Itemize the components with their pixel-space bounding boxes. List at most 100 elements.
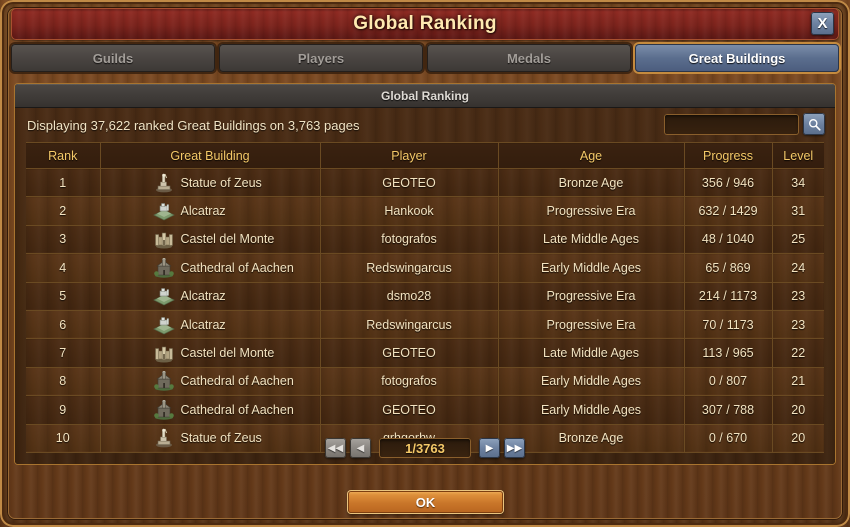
next-page-button[interactable]: ▶	[479, 438, 500, 458]
previous-page-button[interactable]: ◀	[350, 438, 371, 458]
table-row[interactable]: 7 Castel del Monte GEOTEO Late Middle Ages 1…	[26, 338, 824, 368]
info-row: Displaying 37,622 ranked Great Buildings…	[15, 108, 835, 142]
cell-player: fotografos	[320, 225, 499, 255]
window-frame: Global Ranking X Guilds Players Medals Grea…	[0, 0, 850, 527]
cell-progress: 70 / 1173	[684, 310, 773, 340]
first-page-button[interactable]: ◀◀	[325, 438, 346, 458]
ok-button-label: OK	[415, 494, 436, 510]
cell-rank: 3	[26, 225, 101, 255]
page-number-input[interactable]	[379, 438, 471, 458]
tab-guilds[interactable]: Guilds	[11, 44, 215, 72]
table-row[interactable]: 8 Cathedral of Aachen fotografos Early Midd…	[26, 367, 824, 397]
last-page-button[interactable]: ▶▶	[504, 438, 525, 458]
tab-medals[interactable]: Medals	[427, 44, 631, 72]
cell-age: Late Middle Ages	[498, 225, 685, 255]
cathedral-of-aachen-icon	[153, 398, 175, 420]
building-name: Cathedral of Aachen	[180, 260, 294, 275]
cell-level: 24	[772, 253, 824, 283]
column-header-age[interactable]: Age	[498, 142, 685, 169]
ok-button[interactable]: OK	[348, 491, 503, 513]
cell-player: Redswingarcus	[320, 310, 499, 340]
cell-age: Early Middle Ages	[498, 395, 685, 425]
building-name: Cathedral of Aachen	[180, 402, 294, 417]
table-row[interactable]: 5 Alcatraz dsmo28 Progressive Era 214 / 1173…	[26, 282, 824, 311]
cell-progress: 356 / 946	[684, 168, 773, 198]
title-bar: Global Ranking X	[11, 8, 839, 40]
statue-of-zeus-icon	[153, 173, 175, 193]
cell-player: GEOTEO	[320, 395, 499, 425]
cell-building: Alcatraz	[100, 282, 321, 311]
ranking-count-text: Displaying 37,622 ranked Great Buildings…	[27, 117, 360, 133]
ranking-table: Rank Great Building Player Age Progress …	[26, 142, 824, 453]
close-icon[interactable]: X	[811, 12, 834, 35]
cell-rank: 2	[26, 196, 101, 226]
cell-rank: 1	[26, 168, 101, 198]
table-row[interactable]: 2 Alcatraz Hankook Progressive Era 632 / 142…	[26, 196, 824, 226]
cell-player: fotografos	[320, 367, 499, 397]
building-name: Castel del Monte	[180, 232, 275, 247]
building-name: Alcatraz	[180, 204, 226, 219]
table-header-row: Rank Great Building Player Age Progress …	[26, 142, 824, 169]
cell-progress: 113 / 965	[684, 338, 773, 368]
cathedral-of-aachen-icon	[153, 370, 175, 392]
cell-level: 23	[772, 310, 824, 340]
building-name: Cathedral of Aachen	[180, 374, 294, 389]
column-header-rank[interactable]: Rank	[26, 142, 101, 169]
building-name: Alcatraz	[180, 317, 226, 332]
panel-header: Global Ranking	[15, 84, 835, 108]
cell-level: 25	[772, 225, 824, 255]
column-header-progress[interactable]: Progress	[684, 142, 773, 169]
pagination: ◀◀ ◀ ▶ ▶▶	[15, 438, 835, 458]
tab-players[interactable]: Players	[219, 44, 423, 72]
cell-level: 23	[772, 282, 824, 311]
cell-level: 21	[772, 367, 824, 397]
castel-del-monte-icon	[153, 343, 175, 363]
cell-progress: 307 / 788	[684, 395, 773, 425]
cell-building: Alcatraz	[100, 196, 321, 226]
cell-level: 34	[772, 168, 824, 198]
cell-rank: 5	[26, 282, 101, 311]
tab-great-buildings[interactable]: Great Buildings	[635, 44, 839, 72]
table-row[interactable]: 6 Alcatraz Redswingarcus Progressive Era 70 …	[26, 310, 824, 340]
cell-level: 22	[772, 338, 824, 368]
building-name: Statue of Zeus	[180, 175, 262, 190]
table-row[interactable]: 3 Castel del Monte fotografos Late Middle A…	[26, 225, 824, 255]
cell-progress: 65 / 869	[684, 253, 773, 283]
tab-label: Guilds	[92, 50, 134, 66]
cell-player: dsmo28	[320, 282, 499, 311]
cell-player: Hankook	[320, 196, 499, 226]
table-row[interactable]: 9 Cathedral of Aachen GEOTEO Early Middle A…	[26, 395, 824, 425]
tab-label: Players	[297, 50, 345, 66]
table-row[interactable]: 4 Cathedral of Aachen Redswingarcus Early M…	[26, 253, 824, 283]
column-header-building[interactable]: Great Building	[100, 142, 321, 169]
search-input[interactable]	[664, 113, 799, 135]
table-body: 1 Statue of Zeus GEOTEO Bronze Age 356 / 946…	[26, 168, 824, 453]
cell-progress: 0 / 807	[684, 367, 773, 397]
castel-del-monte-icon	[153, 229, 175, 249]
cell-building: Castel del Monte	[100, 225, 321, 255]
cell-player: Redswingarcus	[320, 253, 499, 283]
building-name: Castel del Monte	[180, 346, 275, 361]
column-header-level[interactable]: Level	[772, 142, 824, 169]
alcatraz-icon	[152, 201, 175, 221]
cell-progress: 214 / 1173	[684, 282, 773, 311]
tab-bar: Guilds Players Medals Great Buildings	[11, 44, 839, 72]
cell-progress: 48 / 1040	[684, 225, 773, 255]
search-area	[664, 113, 825, 135]
column-header-player[interactable]: Player	[320, 142, 499, 169]
cell-rank: 8	[26, 367, 101, 397]
cell-age: Progressive Era	[498, 282, 685, 311]
cell-building: Cathedral of Aachen	[100, 253, 321, 283]
search-icon[interactable]	[803, 113, 825, 135]
table-row[interactable]: 1 Statue of Zeus GEOTEO Bronze Age 356 / 946…	[26, 168, 824, 198]
cell-age: Bronze Age	[498, 168, 685, 198]
cell-age: Early Middle Ages	[498, 253, 685, 283]
cell-rank: 7	[26, 338, 101, 368]
cell-building: Castel del Monte	[100, 338, 321, 368]
cell-building: Alcatraz	[100, 310, 321, 340]
building-name: Alcatraz	[180, 289, 226, 304]
alcatraz-icon	[152, 315, 175, 335]
tab-label: Great Buildings	[688, 50, 786, 66]
cell-player: GEOTEO	[320, 168, 499, 198]
cell-rank: 6	[26, 310, 101, 340]
